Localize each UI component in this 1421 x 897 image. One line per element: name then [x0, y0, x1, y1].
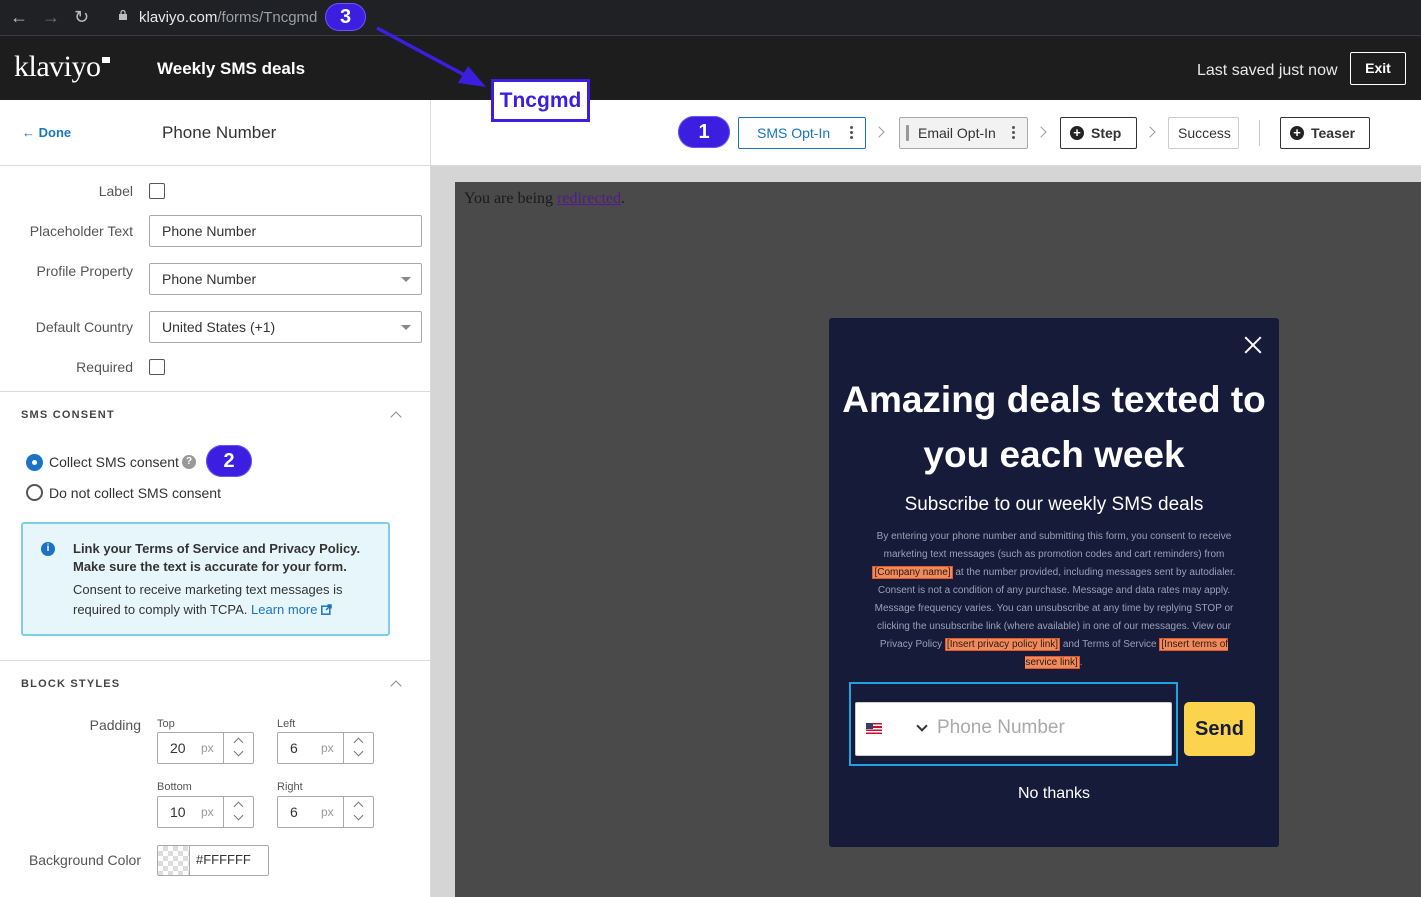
annotation-callout: Tncgmd — [491, 79, 590, 122]
annotation-badge-2: 2 — [206, 445, 252, 477]
annotation-badge-1: 1 — [678, 116, 730, 148]
annotation-badge-3: 3 — [325, 3, 366, 31]
